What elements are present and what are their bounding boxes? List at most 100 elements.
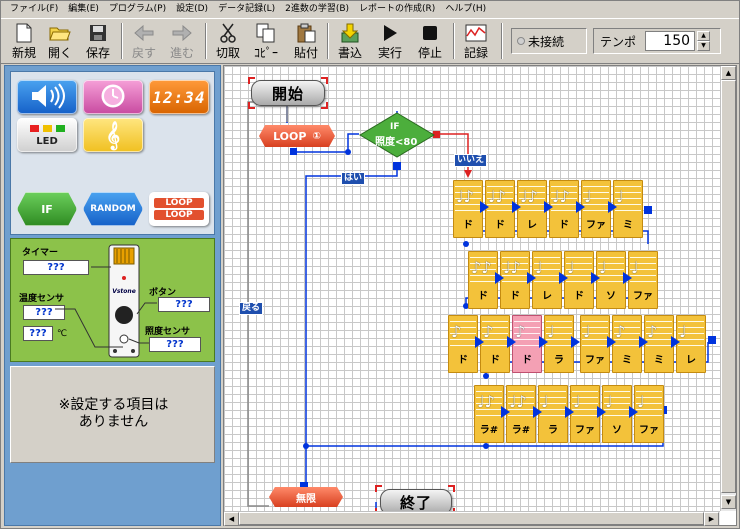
- save-button[interactable]: 保存: [79, 21, 117, 61]
- next-arrow-icon: [623, 272, 632, 284]
- note-block[interactable]: ♪♪ ド: [468, 251, 504, 309]
- note-block[interactable]: ♪ ド: [512, 315, 548, 373]
- note-block[interactable]: ♩ ミ: [613, 180, 643, 238]
- vertical-scrollbar[interactable]: ▲ ▼: [720, 66, 736, 511]
- note-block[interactable]: ♩♪ ラ#: [506, 385, 542, 443]
- tempo-spinner[interactable]: ▲ ▼: [697, 31, 711, 51]
- undo-button[interactable]: 戻す: [125, 21, 163, 61]
- note-block[interactable]: ♪ ミ: [612, 315, 648, 373]
- horizontal-scroll-thumb[interactable]: [239, 512, 704, 525]
- temp-sensor-label: 温度センサ: [19, 294, 65, 304]
- button-value: ???: [158, 297, 210, 312]
- program-canvas-frame: 開始 LOOP ① IF 照度<80 はい いいえ 戻る 無限 終了 ♩♪ ド ♩♪…: [223, 65, 737, 526]
- music-note-icon: ♩: [631, 258, 639, 277]
- folder-open-icon: [48, 23, 72, 43]
- palette-loop-block[interactable]: LOOP LOOP: [149, 192, 209, 226]
- music-note-icon: ♩: [637, 392, 645, 411]
- music-note-icon: ♩: [583, 322, 591, 341]
- stop-button[interactable]: 停止: [411, 21, 449, 61]
- menu-data-record[interactable]: データ記録(L): [213, 2, 280, 16]
- start-node[interactable]: 開始: [251, 80, 325, 106]
- scroll-left-icon[interactable]: ◀: [224, 512, 239, 526]
- cut-button[interactable]: 切取: [209, 21, 247, 61]
- record-button[interactable]: 記録: [457, 21, 495, 61]
- loop-start-node[interactable]: LOOP ①: [259, 125, 335, 147]
- note-name: ミ: [622, 355, 632, 366]
- scroll-down-icon[interactable]: ▼: [721, 495, 736, 509]
- palette-random-block[interactable]: RANDOM: [83, 192, 143, 226]
- paste-button[interactable]: 貼付: [287, 21, 325, 61]
- palette-if-block[interactable]: IF: [17, 192, 77, 226]
- note-block[interactable]: ♩ ファ: [628, 251, 658, 309]
- toolbar: 新規 開く 保存 戻す 進む 切取 ｺﾋﾟｰ 貼付 書込 実行 停止 記録 未接…: [1, 18, 739, 64]
- note-block[interactable]: ♩♪ ド: [549, 180, 585, 238]
- timer-label: タイマー: [22, 248, 59, 258]
- note-block[interactable]: ♪ ミ: [644, 315, 680, 373]
- if-label: IF: [41, 202, 53, 216]
- write-button[interactable]: 書込: [331, 21, 369, 61]
- loop-end-node[interactable]: 無限: [269, 487, 343, 507]
- menu-settings[interactable]: 設定(D): [171, 2, 213, 16]
- menu-program[interactable]: プログラム(P): [104, 2, 171, 16]
- note-block[interactable]: ♪ ド: [480, 315, 516, 373]
- note-block[interactable]: ♩ ド: [564, 251, 600, 309]
- app-window: ファイル(F) 編集(E) プログラム(P) 設定(D) データ記録(L) 2進…: [0, 0, 740, 529]
- note-block[interactable]: ♩ ファ: [634, 385, 664, 443]
- note-block[interactable]: ♩♪ ド: [485, 180, 521, 238]
- scroll-up-icon[interactable]: ▲: [721, 66, 736, 80]
- note-block[interactable]: ♩ ラ: [544, 315, 580, 373]
- music-note-icon: ♪♪: [471, 258, 492, 277]
- end-node[interactable]: 終了: [380, 489, 452, 511]
- palette-clock-block[interactable]: 12:34: [149, 80, 209, 114]
- note-block[interactable]: ♩ レ: [532, 251, 568, 309]
- menu-report[interactable]: レポートの作成(R): [354, 2, 440, 16]
- program-canvas[interactable]: 開始 LOOP ① IF 照度<80 はい いいえ 戻る 無限 終了 ♩♪ ド ♩♪…: [224, 66, 720, 511]
- scroll-right-icon[interactable]: ▶: [704, 512, 719, 526]
- menu-binary-learning[interactable]: 2進数の学習(B): [280, 2, 354, 16]
- copy-button[interactable]: ｺﾋﾟｰ: [247, 21, 285, 61]
- note-block[interactable]: ♩♪ ラ#: [474, 385, 510, 443]
- end-label: 終了: [399, 493, 432, 512]
- menu-help[interactable]: ヘルプ(H): [440, 2, 491, 16]
- play-icon: [378, 23, 402, 43]
- note-block[interactable]: ♩ ソ: [602, 385, 638, 443]
- next-arrow-icon: [475, 336, 484, 348]
- note-name: ラ#: [479, 425, 499, 436]
- note-block[interactable]: ♩♪ ド: [500, 251, 536, 309]
- note-block[interactable]: ♩ ソ: [596, 251, 632, 309]
- note-block[interactable]: ♩ ファ: [580, 315, 616, 373]
- spin-up-icon[interactable]: ▲: [697, 31, 711, 41]
- palette-music-block[interactable]: 𝄞: [83, 118, 143, 152]
- note-block[interactable]: ♩ ファ: [581, 180, 617, 238]
- redo-button[interactable]: 進む: [163, 21, 201, 61]
- menu-bar: ファイル(F) 編集(E) プログラム(P) 設定(D) データ記録(L) 2進…: [1, 1, 739, 17]
- temp-value-2: ???: [23, 326, 53, 341]
- note-block[interactable]: ♩ ファ: [570, 385, 606, 443]
- open-button[interactable]: 開く: [41, 21, 79, 61]
- spin-down-icon[interactable]: ▼: [697, 41, 711, 51]
- palette-led-block[interactable]: LED: [17, 118, 77, 152]
- vertical-scroll-thumb[interactable]: [721, 80, 736, 493]
- temp-value-1: ???: [23, 305, 65, 320]
- menu-edit[interactable]: 編集(E): [63, 2, 104, 16]
- note-block[interactable]: ♩ ラ: [538, 385, 574, 443]
- menu-file[interactable]: ファイル(F): [5, 2, 63, 16]
- undo-label: 戻す: [131, 46, 156, 60]
- run-button[interactable]: 実行: [371, 21, 409, 61]
- note-block[interactable]: ♩♪ ド: [453, 180, 489, 238]
- horizontal-scrollbar[interactable]: ◀ ▶: [224, 511, 720, 526]
- note-block[interactable]: ♪ ド: [448, 315, 484, 373]
- note-block[interactable]: ♩ レ: [676, 315, 706, 373]
- timer-value: ???: [23, 260, 89, 275]
- new-button[interactable]: 新規: [5, 21, 43, 61]
- music-note-icon: ♩♪: [477, 392, 495, 411]
- scissors-icon: [216, 23, 240, 43]
- next-arrow-icon: [639, 336, 648, 348]
- cut-label: 切取: [215, 46, 240, 60]
- clock-icon: [99, 82, 127, 113]
- palette-timer-block[interactable]: [83, 80, 143, 114]
- palette-sound-block[interactable]: [17, 80, 77, 114]
- note-block[interactable]: ♩♪ レ: [517, 180, 553, 238]
- status-dot-icon: [517, 37, 525, 45]
- tempo-input[interactable]: 150: [645, 31, 696, 51]
